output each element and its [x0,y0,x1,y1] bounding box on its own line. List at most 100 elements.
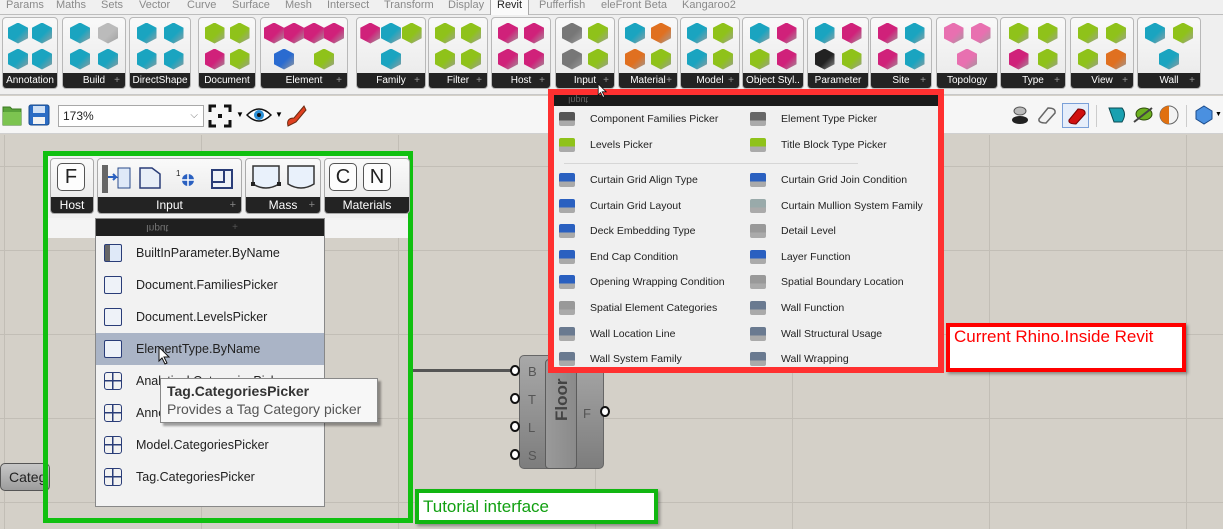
menu-item-builtinparameter-byname[interactable]: BuiltInParameter.ByName [96,237,324,269]
menu-item-document-levelspicker[interactable]: Document.LevelsPicker [96,301,324,333]
host-component-icon[interactable] [498,22,518,44]
site-component-icon[interactable] [877,48,898,70]
document-component-icon[interactable] [204,22,225,44]
filter-component-icon[interactable] [461,48,481,70]
tab-display[interactable]: Display [448,0,484,15]
expand-icon[interactable]: + [1054,73,1060,88]
expand-icon[interactable]: + [1189,73,1195,88]
parameter-component-icon[interactable] [814,48,835,70]
menu-item-elementtype-byname[interactable]: ElementType.ByName [96,333,324,365]
element-component-icon[interactable] [324,22,344,44]
object-styl-component-icon[interactable] [749,22,770,44]
object-styl-component-icon[interactable] [776,48,797,70]
input-port-l[interactable] [510,421,520,432]
tab-vector[interactable]: Vector [139,0,170,15]
ribbon-panel-label[interactable]: Type + [1001,73,1065,88]
document-component-icon[interactable] [229,22,250,44]
build-component-icon[interactable] [98,48,118,70]
directshape-component-icon[interactable] [163,48,184,70]
input-component-icon[interactable] [588,22,608,44]
ribbon-panel-label[interactable]: Document [199,73,255,88]
build-component-icon[interactable] [70,48,90,70]
wall-component-icon[interactable] [1145,22,1165,44]
preview-dropdown-icon[interactable]: ▼ [275,110,283,119]
tab-revit[interactable]: Revit [490,0,530,15]
element-component-icon[interactable] [274,48,294,70]
expand-icon[interactable]: + [309,197,315,213]
material-component-icon[interactable] [651,48,671,70]
expand-icon[interactable]: + [920,73,926,88]
topology-component-icon[interactable] [957,48,977,70]
type-component-icon[interactable] [1037,48,1058,70]
save-disk-icon[interactable] [28,104,50,126]
document-preview-icon[interactable] [1158,104,1180,126]
tab-mesh[interactable]: Mesh [285,0,312,15]
expand-icon[interactable]: + [414,73,420,88]
expand-icon[interactable]: + [539,73,545,88]
ribbon-panel-label[interactable]: Topology [937,73,997,88]
ribbon-panel-label[interactable]: DirectShape [130,73,190,88]
model-component-icon[interactable] [687,22,707,44]
site-component-icon[interactable] [904,48,925,70]
tab-params[interactable]: Params [6,0,44,15]
eye-icon[interactable] [246,106,272,124]
document-component-icon[interactable] [204,48,225,70]
preview-settings-icon[interactable] [1194,105,1214,125]
object-styl-component-icon[interactable] [749,48,770,70]
family-component-icon[interactable] [401,22,422,44]
tutorial-panel-input-label[interactable]: Input + [98,197,241,213]
family-component-icon[interactable] [380,22,401,44]
parameter-component-icon[interactable] [841,48,862,70]
site-component-icon[interactable] [904,22,925,44]
element-type-icon[interactable] [206,164,236,194]
zoom-level-combobox[interactable]: 173% ⌵ [58,105,204,127]
preview-selected-icon[interactable] [1106,104,1128,126]
tab-pufferfish[interactable]: Pufferfish [539,0,585,15]
preview-settings-dropdown-icon[interactable]: ▼ [1215,111,1222,118]
input-component-icon[interactable] [562,48,582,70]
tutorial-panel-mass-label[interactable]: Mass + [246,197,320,213]
ribbon-panel-label[interactable]: Model + [681,73,739,88]
object-styl-component-icon[interactable] [776,22,797,44]
levels-picker-icon[interactable]: 1 [172,164,200,194]
input-component-icon[interactable] [562,22,582,44]
host-component-icon[interactable] [498,48,518,70]
preview-shaded-button[interactable] [1062,103,1089,128]
families-picker-icon[interactable] [136,164,164,194]
ribbon-panel-label[interactable]: Object Styl.. [743,73,803,88]
type-component-icon[interactable] [1037,22,1058,44]
ribbon-panel-label[interactable]: Site + [871,73,931,88]
ribbon-panel-label[interactable]: Build + [63,73,125,88]
wire-connection[interactable] [413,369,515,372]
ribbon-panel-label[interactable]: Element + [261,73,347,88]
folder-open-icon[interactable] [2,104,22,126]
tab-elefront-beta[interactable]: eleFront Beta [601,0,667,15]
tab-intersect[interactable]: Intersect [327,0,369,15]
tab-transform[interactable]: Transform [384,0,434,15]
n-key-button[interactable]: N [363,163,391,191]
mass-by-curve-icon[interactable] [250,163,282,193]
family-component-icon[interactable] [360,22,381,44]
type-component-icon[interactable] [1008,48,1029,70]
parameter-component-icon[interactable] [841,22,862,44]
model-component-icon[interactable] [713,48,733,70]
element-component-icon[interactable] [314,48,334,70]
element-component-icon[interactable] [284,22,304,44]
ribbon-panel-label[interactable]: Wall + [1138,73,1200,88]
input-port-t[interactable] [510,393,520,404]
topology-component-icon[interactable] [970,22,991,44]
annotation-component-icon[interactable] [8,22,28,44]
view-component-icon[interactable] [1078,48,1098,70]
ribbon-panel-label[interactable]: Parameter [808,73,868,88]
parameter-component-icon[interactable] [814,22,835,44]
tab-kangaroo2[interactable]: Kangaroo2 [682,0,736,15]
material-component-icon[interactable] [651,22,671,44]
expand-icon[interactable]: + [728,73,734,88]
element-component-icon[interactable] [264,22,284,44]
tab-curve[interactable]: Curve [187,0,216,15]
directshape-component-icon[interactable] [163,22,184,44]
ribbon-panel-label[interactable]: Material + [619,73,677,88]
ribbon-panel-label[interactable]: View + [1071,73,1133,88]
model-component-icon[interactable] [687,48,707,70]
wall-component-icon[interactable] [1159,48,1179,70]
